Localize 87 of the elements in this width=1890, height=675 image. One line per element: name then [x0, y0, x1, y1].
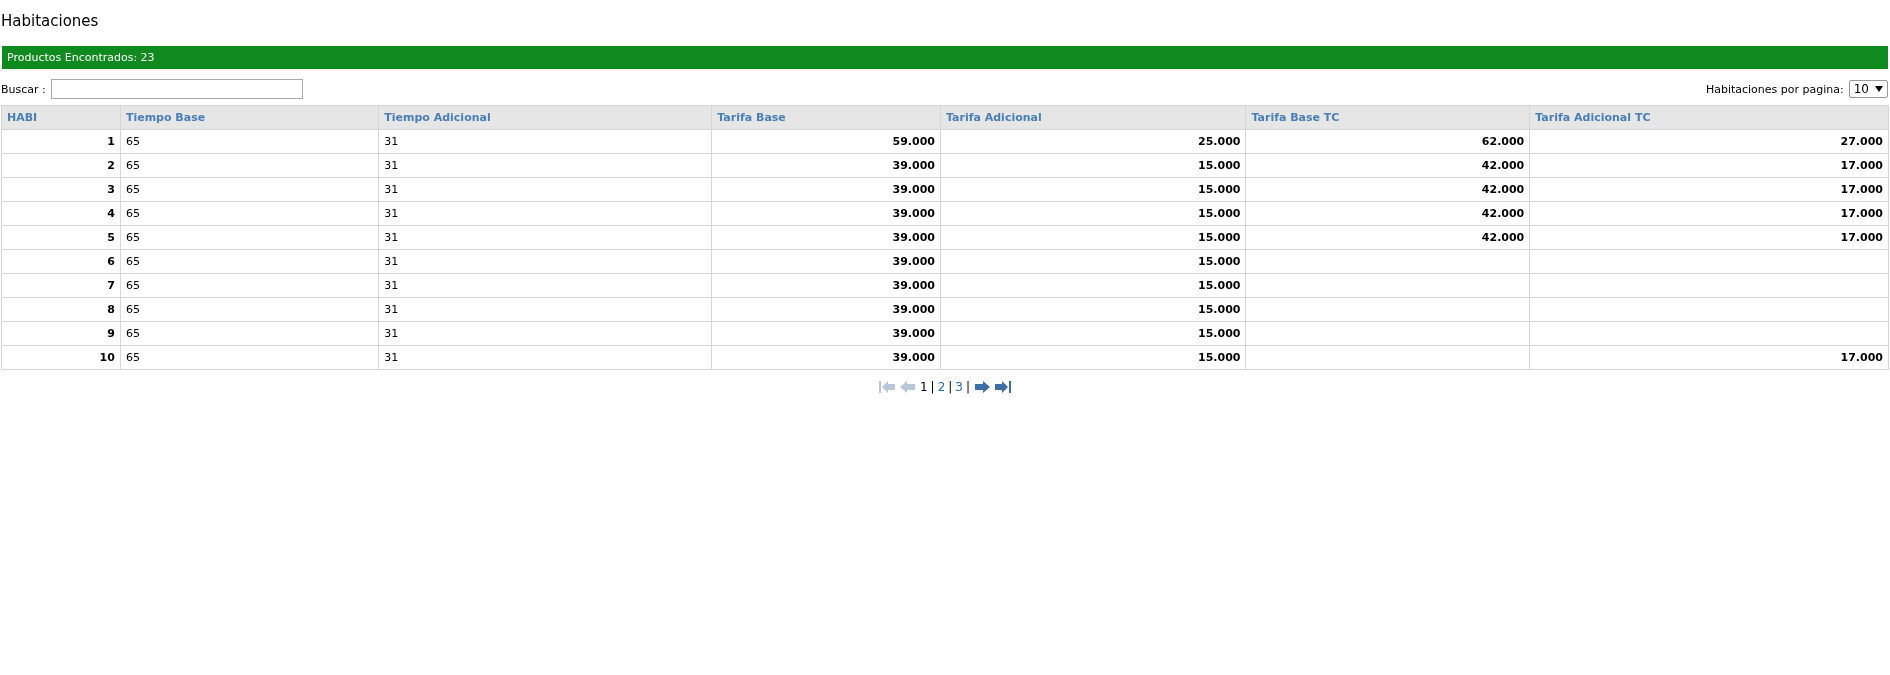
- page-link[interactable]: 2: [937, 380, 946, 394]
- table-cell: 15.000: [940, 321, 1246, 346]
- table-cell: 31: [378, 153, 712, 178]
- table-cell: 3: [1, 177, 121, 202]
- table-cell: 39.000: [711, 273, 941, 298]
- table-cell: 39.000: [711, 153, 941, 178]
- table-cell: 39.000: [711, 201, 941, 226]
- next-page-icon: [973, 379, 992, 395]
- table-cell: 65: [120, 249, 379, 274]
- table-cell: 39.000: [711, 225, 941, 250]
- table-cell: 17.000: [1529, 201, 1889, 226]
- column-header[interactable]: Tiempo Adicional: [378, 105, 712, 130]
- table-cell: 31: [378, 297, 712, 322]
- table-cell: 17.000: [1529, 177, 1889, 202]
- table-cell: 17.000: [1529, 225, 1889, 250]
- table-cell: 15.000: [940, 297, 1246, 322]
- page-link[interactable]: 3: [955, 380, 963, 394]
- table-cell: 39.000: [711, 249, 941, 274]
- table-cell: 6: [1, 249, 121, 274]
- table-cell: 2: [1, 153, 121, 178]
- table-cell: 10: [1, 345, 121, 370]
- table-cell: 31: [378, 225, 712, 250]
- page-title: Habitaciones: [1, 12, 100, 30]
- table-cell: 15.000: [940, 201, 1246, 226]
- next-page-button[interactable]: [973, 379, 992, 395]
- table-cell: 65: [120, 201, 379, 226]
- table-cell: 7: [1, 273, 121, 298]
- table-cell: 65: [120, 225, 379, 250]
- table-cell: 42.000: [1245, 225, 1530, 250]
- table-cell: 27.000: [1529, 129, 1889, 154]
- table-cell: 4: [1, 201, 121, 226]
- table-cell: 31: [378, 273, 712, 298]
- column-header[interactable]: Tiempo Base: [120, 105, 379, 130]
- table-cell: 65: [120, 345, 379, 370]
- table-cell: 31: [378, 177, 712, 202]
- table-cell: 17.000: [1529, 153, 1889, 178]
- column-header[interactable]: Tarifa Base: [711, 105, 941, 130]
- table-cell: 15.000: [940, 273, 1246, 298]
- table-cell: 15.000: [940, 153, 1246, 178]
- column-header[interactable]: Tarifa Adicional TC: [1529, 105, 1889, 130]
- table-cell: 39.000: [711, 345, 941, 370]
- table-cell: 15.000: [940, 345, 1246, 370]
- previous-page-icon: [898, 379, 917, 395]
- table-cell: 39.000: [711, 297, 941, 322]
- table-cell: 42.000: [1245, 201, 1530, 226]
- separator: |: [948, 380, 953, 394]
- table-cell: 15.000: [940, 177, 1246, 202]
- table-cell: 65: [120, 321, 379, 346]
- page-link[interactable]: 1: [919, 380, 928, 394]
- table-cell: 25.000: [940, 129, 1246, 154]
- results-banner: Productos Encontrados: 23: [2, 46, 1888, 69]
- table-cell: 31: [378, 201, 712, 226]
- table-cell: 31: [378, 129, 712, 154]
- table-cell: 65: [120, 297, 379, 322]
- table-cell: 65: [120, 273, 379, 298]
- table-cell: 31: [378, 321, 712, 346]
- table-cell: 65: [120, 129, 379, 154]
- first-page-icon: [877, 379, 896, 395]
- search-field[interactable]: [50, 79, 303, 99]
- column-header[interactable]: Tarifa Adicional: [940, 105, 1246, 130]
- table-cell: 9: [1, 321, 121, 346]
- column-header[interactable]: Tarifa Base TC: [1245, 105, 1530, 130]
- search-label: Buscar :: [1, 82, 46, 96]
- table-cell: 15.000: [940, 225, 1246, 250]
- column-header[interactable]: HABI: [1, 105, 121, 130]
- dropdown-caret-icon: [1875, 86, 1883, 92]
- table-cell: 62.000: [1245, 129, 1530, 154]
- last-page-icon: [994, 379, 1013, 395]
- separator: |: [930, 380, 935, 394]
- table-cell: 5: [1, 225, 121, 250]
- table-cell: 8: [1, 297, 121, 322]
- table-cell: 31: [378, 249, 712, 274]
- table-cell: 39.000: [711, 177, 941, 202]
- last-page-button[interactable]: [994, 379, 1013, 395]
- table-cell: 42.000: [1245, 153, 1530, 178]
- table-cell: 59.000: [711, 129, 941, 154]
- table-cell: 42.000: [1245, 177, 1530, 202]
- per-page-select[interactable]: 10: [1848, 80, 1888, 98]
- table-cell: 65: [120, 153, 379, 178]
- per-page-label: Habitaciones por pagina:: [1705, 82, 1844, 96]
- table-cell: 1: [1, 129, 121, 154]
- separator: |: [966, 380, 971, 394]
- table-cell: 39.000: [711, 321, 941, 346]
- table-cell: 65: [120, 177, 379, 202]
- table-cell: 17.000: [1529, 345, 1889, 370]
- table-cell: 31: [378, 345, 712, 370]
- table-cell: 15.000: [940, 249, 1246, 274]
